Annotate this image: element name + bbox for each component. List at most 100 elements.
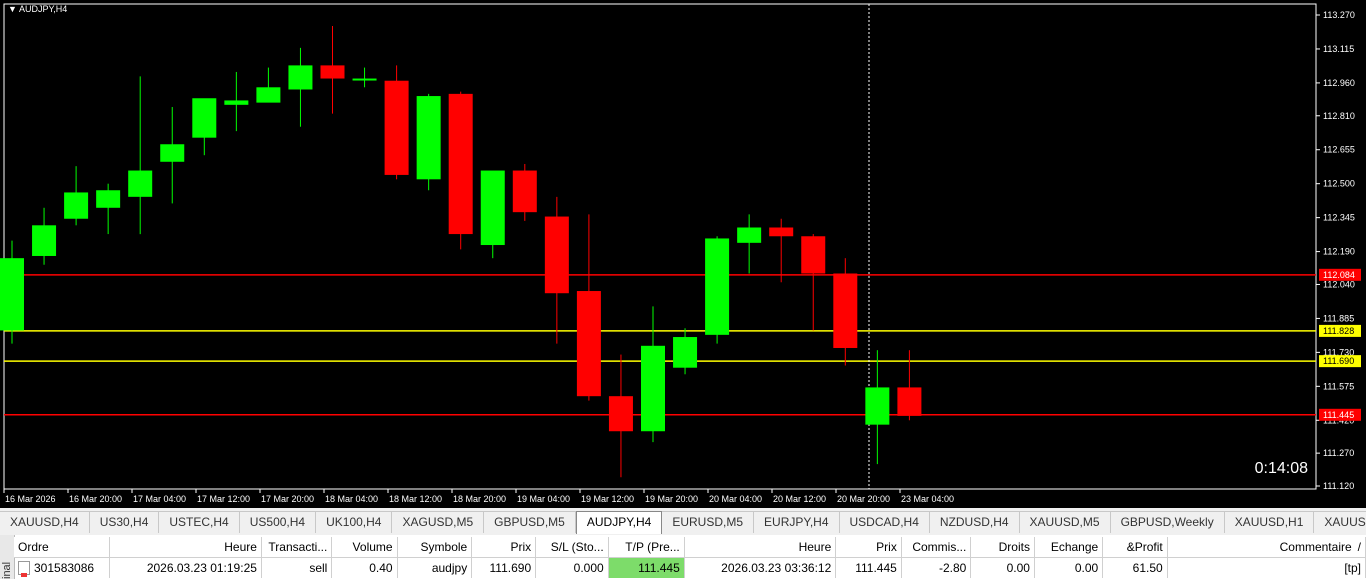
terminal-side-tab[interactable]: inal (0, 535, 15, 579)
price-tick-label: 111.120 (1323, 481, 1354, 491)
price-tick-label: 112.500 (1323, 179, 1355, 189)
cell-value: 301583086 (34, 560, 95, 575)
table-cell: 0.00 (1034, 557, 1104, 578)
price-level-tag-label: 111.690 (1323, 356, 1354, 366)
tab-xauusd-m5[interactable]: XAUUSD,M5 (1020, 512, 1111, 533)
price-tick-label: 112.190 (1323, 247, 1355, 257)
tab-eurusd-m5[interactable]: EURUSD,M5 (662, 512, 755, 533)
column-header-label: Symbole (420, 540, 468, 554)
column-header-label: Prix (876, 540, 897, 554)
column-header-label: Volume (352, 540, 393, 554)
table-cell: 111.445 (835, 557, 902, 578)
table-cell: 61.50 (1102, 557, 1168, 578)
column-header-label: S/L (Sto... (550, 540, 604, 554)
candle-body (865, 387, 890, 425)
tab-xauusd-h4[interactable]: XAUUSD,H4 (0, 512, 90, 533)
time-tick-label: 17 Mar 20:00 (261, 494, 314, 504)
column-header[interactable]: Echange (1034, 537, 1104, 558)
tab-xauusd-h1[interactable]: XAUUSD,H1 (1225, 512, 1315, 533)
tab-gbpusd-m5[interactable]: GBPUSD,M5 (484, 512, 576, 533)
candle-body (256, 87, 281, 103)
column-header[interactable]: &Profit (1102, 537, 1168, 558)
cell-value: 61.50 (1132, 561, 1163, 575)
cell-value: 111.445 (855, 561, 897, 575)
tab-us30-h4[interactable]: US30,H4 (90, 512, 160, 533)
tab-eurjpy-h4[interactable]: EURJPY,H4 (754, 512, 840, 533)
candle-body (160, 144, 185, 162)
candle-body (224, 100, 249, 105)
candle-body (480, 170, 505, 246)
price-chart[interactable]: 113.270 113.115 112.960 112.810 112.655 112.5… (0, 0, 1366, 508)
tab-xauusd-w[interactable]: XAUUSD,W (1314, 512, 1366, 533)
price-level-tag-label: 111.828 (1323, 326, 1354, 336)
table-header-row: Ordre Heure Transacti... Volume Symbole Prix S… (14, 537, 1366, 558)
terminal-side-label: inal (1, 561, 13, 579)
column-header[interactable]: Transacti... (261, 537, 333, 558)
column-header-label: Commis... (912, 540, 967, 554)
column-header[interactable]: Prix (835, 537, 902, 558)
table-row[interactable]: 301583086 2026.03.23 01:19:25 sell 0.40 audj… (14, 557, 1366, 578)
column-header[interactable]: Heure (109, 537, 262, 558)
column-header[interactable]: Heure (684, 537, 837, 558)
order-document-icon (18, 561, 30, 578)
tab-audjpy-h4[interactable]: AUDJPY,H4 (575, 511, 663, 534)
history-table: Ordre Heure Transacti... Volume Symbole Prix S… (14, 537, 1366, 578)
price-tick-label: 112.345 (1323, 213, 1355, 223)
candle-body (448, 93, 473, 235)
tab-xagusd-m5[interactable]: XAGUSD,M5 (392, 512, 485, 533)
tab-usdcad-h4[interactable]: USDCAD,H4 (840, 512, 930, 533)
column-header[interactable]: Commentaire / (1167, 537, 1366, 558)
column-header-label: Prix (510, 540, 532, 554)
table-cell: 111.690 (471, 557, 537, 578)
table-cell: audjpy (397, 557, 473, 578)
time-tick-label: 17 Mar 04:00 (133, 494, 186, 504)
column-header[interactable]: Commis... (901, 537, 972, 558)
column-header[interactable]: Ordre (14, 537, 111, 558)
price-level-tag-label: 112.084 (1323, 270, 1355, 280)
candle-body (32, 225, 57, 256)
candle-body (96, 190, 121, 208)
candle-body (416, 96, 441, 180)
table-cell: 111.445 (608, 557, 685, 578)
column-header-label: Ordre (18, 540, 49, 554)
time-tick-label: 18 Mar 12:00 (389, 494, 442, 504)
column-header[interactable]: Symbole (397, 537, 473, 558)
column-header-label: Heure (798, 540, 832, 554)
cell-value: 0.00 (1006, 561, 1030, 575)
tab-us500-h4[interactable]: US500,H4 (240, 512, 317, 533)
column-header-label: T/P (Pre... (625, 540, 680, 554)
candle-body (352, 78, 377, 81)
candle-body (769, 227, 794, 237)
candle-body (641, 345, 665, 432)
column-header[interactable]: T/P (Pre... (608, 537, 685, 558)
column-header[interactable]: Volume (331, 537, 398, 558)
column-header[interactable]: S/L (Sto... (535, 537, 609, 558)
tab-uk100-h4[interactable]: UK100,H4 (316, 512, 393, 533)
chart-menu-arrow-icon[interactable]: ▼ (8, 4, 17, 14)
candle-body (128, 170, 153, 197)
cell-value: -2.80 (938, 561, 967, 575)
tab-nzdusd-h4[interactable]: NZDUSD,H4 (930, 512, 1020, 533)
cell-value: 111.445 (638, 561, 680, 575)
price-tick-label: 112.960 (1323, 78, 1355, 88)
candle-body (288, 65, 313, 90)
chart-area[interactable]: 113.270 113.115 112.960 112.810 112.655 112.5… (0, 0, 1366, 508)
time-tick-label: 17 Mar 12:00 (197, 494, 250, 504)
column-header[interactable]: Prix (471, 537, 537, 558)
tab-gbpusd-weekly[interactable]: GBPUSD,Weekly (1111, 512, 1225, 533)
time-tick-label: 19 Mar 04:00 (517, 494, 570, 504)
candle-body (544, 216, 569, 294)
tab-ustec-h4[interactable]: USTEC,H4 (159, 512, 240, 533)
candle-body (737, 227, 762, 243)
time-tick-label: 18 Mar 20:00 (453, 494, 506, 504)
time-tick-label: 19 Mar 20:00 (645, 494, 698, 504)
candle-body (512, 170, 537, 213)
candle-body (576, 291, 601, 397)
column-header[interactable]: Droits (970, 537, 1035, 558)
cell-value: 0.000 (573, 561, 604, 575)
column-header-label: Echange (1050, 540, 1099, 554)
price-tick-label: 111.885 (1323, 313, 1354, 323)
column-header-label: Droits (998, 540, 1030, 554)
cell-value: 2026.03.23 01:19:25 (146, 561, 257, 575)
table-cell: 0.40 (331, 557, 398, 578)
